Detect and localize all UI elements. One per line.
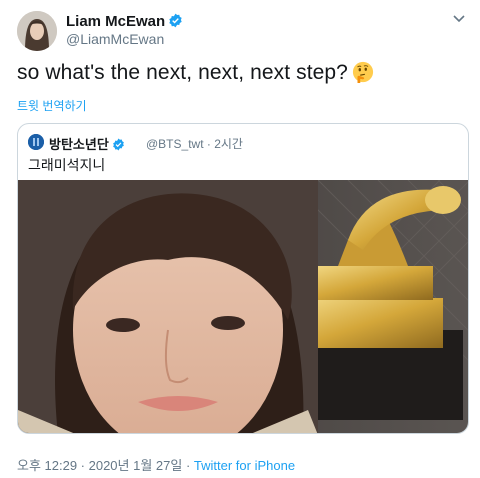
tweet-source-link[interactable]: Twitter for iPhone xyxy=(194,458,295,473)
quoted-photo[interactable] xyxy=(18,180,469,434)
author-avatar[interactable] xyxy=(17,11,57,51)
quoted-author-avatar[interactable] xyxy=(28,134,44,150)
translate-tweet-link[interactable]: 트윗 번역하기 xyxy=(17,97,87,114)
author-name-text[interactable]: Liam McEwan xyxy=(66,13,165,30)
quoted-author-name[interactable]: 방탄소년단 xyxy=(49,134,125,153)
tweet-text: so what's the next, next, next step? xyxy=(17,61,374,85)
verified-badge-icon xyxy=(169,13,182,28)
quoted-author-name-text[interactable]: 방탄소년단 xyxy=(49,137,109,152)
quoted-tweet[interactable]: 방탄소년단 @BTS_twt · 2시간 그래미석지니 xyxy=(17,123,469,434)
tweet-footer: 오후 12:29 · 2020년 1월 27일 · Twitter for iP… xyxy=(17,455,295,474)
tweet-text-body: so what's the next, next, next step? xyxy=(17,61,348,84)
chevron-down-icon[interactable] xyxy=(452,14,466,24)
tweet-timestamp[interactable]: 오후 12:29 · 2020년 1월 27일 · xyxy=(17,458,194,473)
author-name[interactable]: Liam McEwan xyxy=(66,13,183,30)
quoted-text: 그래미석지니 xyxy=(28,157,106,173)
author-handle[interactable]: @LiamMcEwan xyxy=(66,31,164,47)
tweet-card: Liam McEwan @LiamMcEwan so what's the ne… xyxy=(0,0,480,478)
quoted-meta: @BTS_twt · 2시간 xyxy=(146,135,243,152)
quoted-separator: · xyxy=(206,137,211,151)
quoted-handle[interactable]: @BTS_twt xyxy=(146,137,204,151)
thinking-face-icon xyxy=(352,61,374,83)
quoted-time[interactable]: 2시간 xyxy=(214,137,243,151)
verified-badge-icon xyxy=(112,138,124,151)
